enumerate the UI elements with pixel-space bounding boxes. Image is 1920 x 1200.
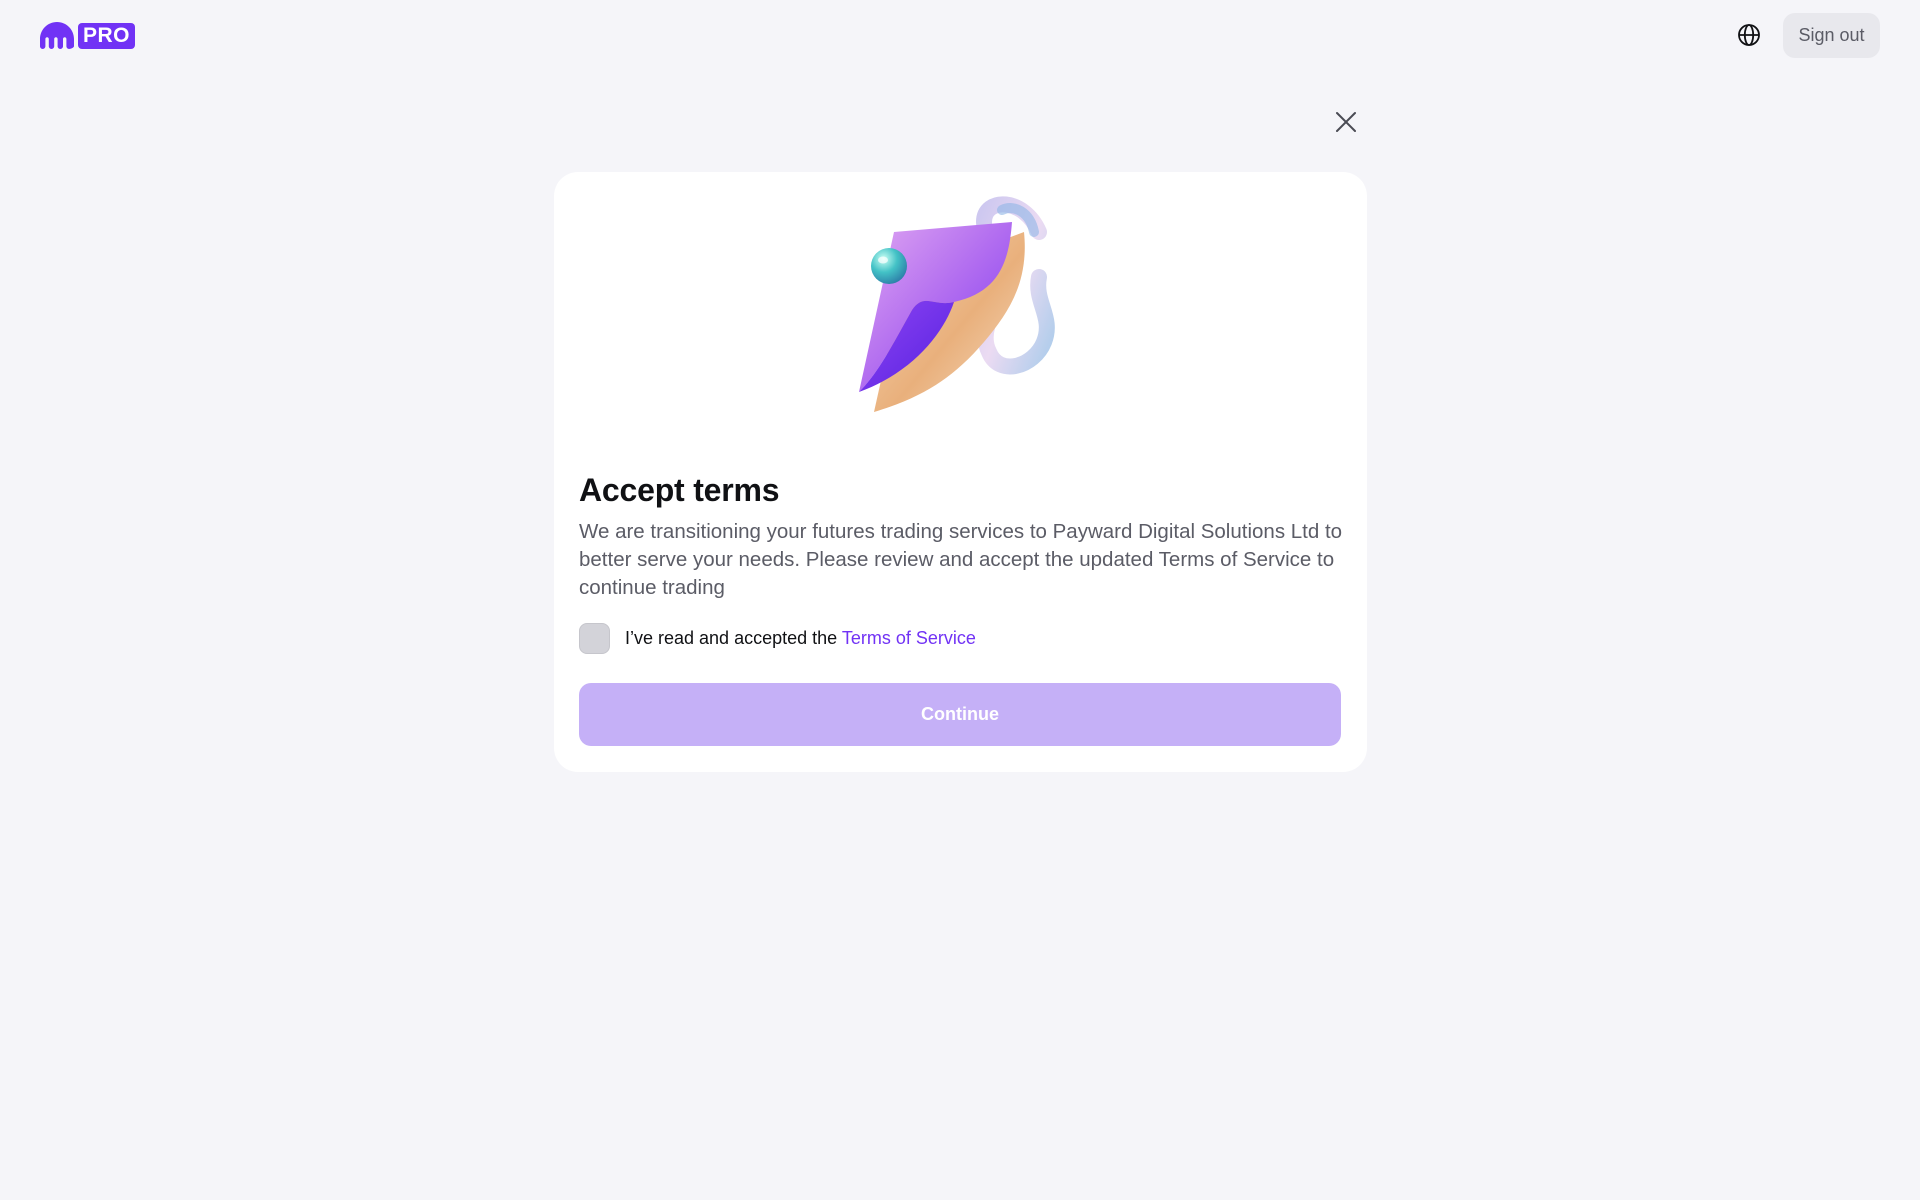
globe-icon (1738, 24, 1760, 46)
terms-of-service-link[interactable]: Terms of Service (842, 628, 976, 648)
accept-terms-prefix: I’ve read and accepted the (625, 627, 842, 648)
language-button[interactable] (1734, 20, 1764, 50)
pro-badge: PRO (78, 22, 136, 49)
dialog-description: We are transitioning your futures tradin… (579, 520, 1343, 599)
kraken-logo-icon (40, 22, 74, 49)
continue-button[interactable]: Continue (579, 683, 1341, 746)
top-bar: PRO Sign out (0, 0, 1920, 72)
accept-terms-row: I’ve read and accepted the Terms of Serv… (579, 622, 976, 654)
accept-terms-label: I’ve read and accepted the Terms of Serv… (625, 628, 976, 649)
kraken-pro-logo[interactable]: PRO (40, 22, 136, 49)
accept-terms-card: Accept terms We are transitioning your f… (554, 172, 1367, 772)
close-button[interactable] (1332, 108, 1360, 136)
close-icon (1336, 112, 1356, 132)
document-swirl-illustration (859, 196, 1055, 412)
sign-out-button[interactable]: Sign out (1783, 13, 1880, 58)
dialog-title: Accept terms (579, 472, 780, 508)
accept-terms-checkbox[interactable] (579, 622, 610, 654)
